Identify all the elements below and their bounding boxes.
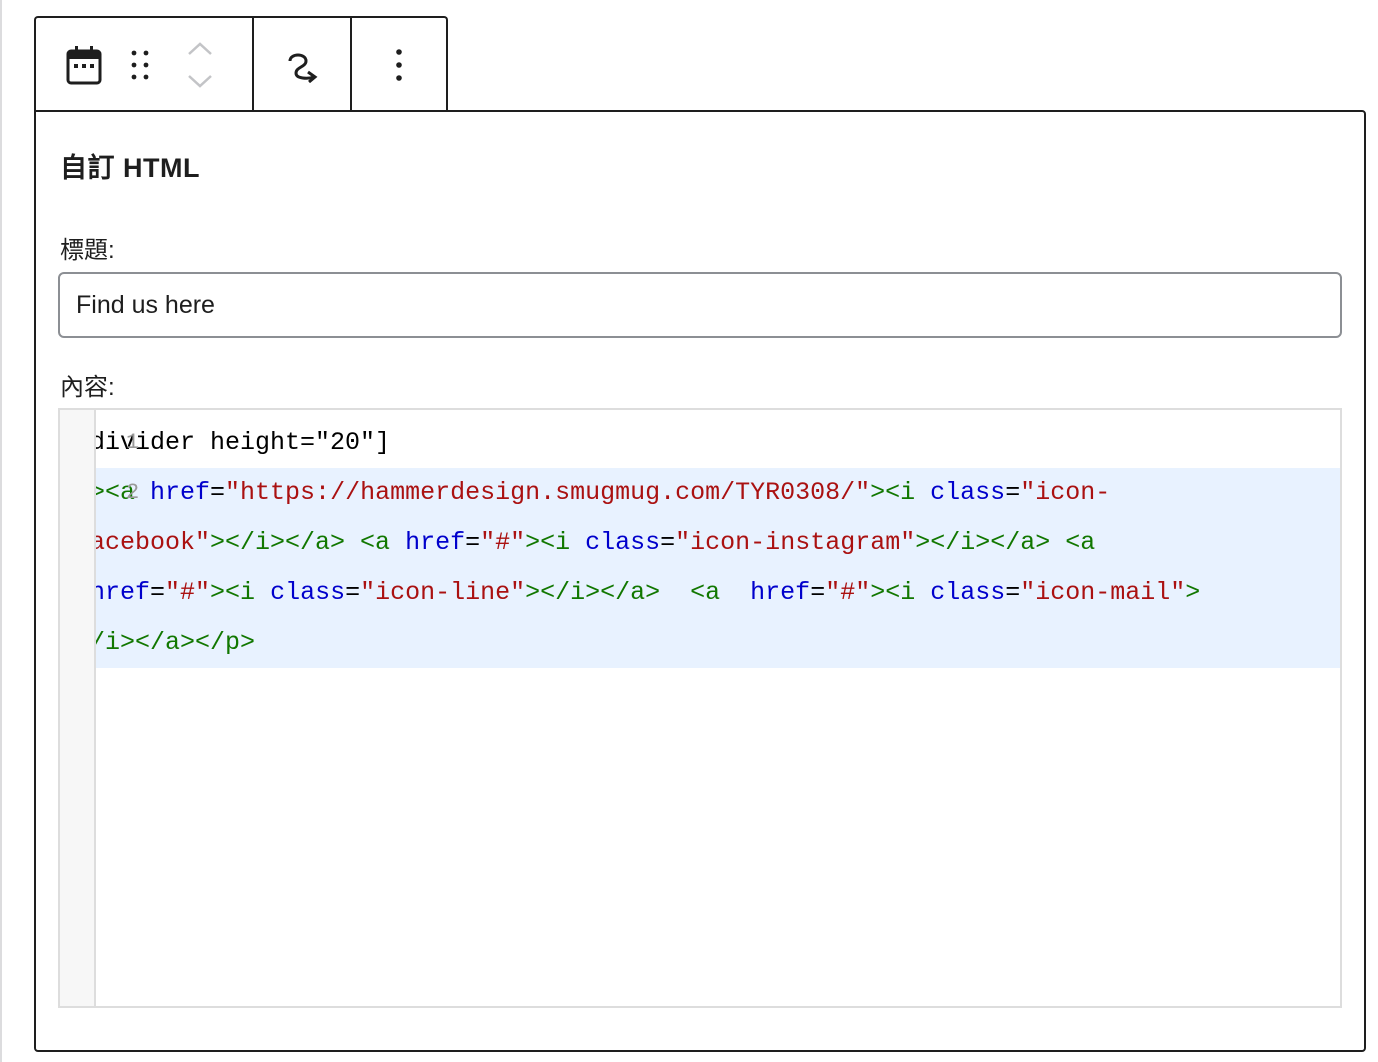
code-token: ></i></a> <a [915, 528, 1096, 557]
code-token: href [150, 478, 211, 507]
code-token: "icon- [1020, 478, 1111, 507]
code-token: href [96, 578, 151, 607]
code-token: "icon-line" [360, 578, 526, 607]
block-toolbar-group-main [36, 18, 252, 112]
code-token: ><i [210, 578, 271, 607]
code-visual-row: href="#"><i class="icon-line"></i></a> <… [96, 568, 1340, 618]
code-token: = [345, 578, 361, 607]
code-token: "#" [165, 578, 211, 607]
code-token: class [930, 578, 1006, 607]
code-token: class [270, 578, 346, 607]
code-token: = [1005, 578, 1021, 607]
code-token: > [1185, 578, 1201, 607]
code-token: "icon-instagram" [675, 528, 916, 557]
code-visual-row: ><a href="https://hammerdesign.smugmug.c… [96, 468, 1340, 518]
code-token: = [210, 478, 226, 507]
code-line-1: divider height="20"] [96, 428, 391, 457]
code-token: /i></a></p> [96, 628, 256, 657]
code-token: ></i></a> <a [525, 578, 751, 607]
code-token: "icon-mail" [1020, 578, 1186, 607]
code-token: = [1005, 478, 1021, 507]
block-toolbar [34, 16, 448, 112]
code-token: href [405, 528, 466, 557]
code-token: = [150, 578, 166, 607]
line-number: 1 [126, 430, 140, 455]
drag-handle-icon[interactable] [120, 41, 160, 89]
block-toolbar-group-transform [252, 18, 350, 112]
code-token: class [585, 528, 661, 557]
title-input[interactable] [58, 272, 1342, 338]
code-token: = [660, 528, 676, 557]
code-token: "#" [825, 578, 871, 607]
code-visual-row: /i></a></p> [96, 618, 1340, 668]
custom-html-widget-panel: 自訂 HTML 標題: 內容: 1 2 divider height="20"]… [34, 110, 1366, 1052]
code-token: ><i [870, 578, 931, 607]
code-token: ><i [870, 478, 931, 507]
title-field-label: 標題: [60, 237, 115, 264]
page-edge-rule [0, 0, 2, 1062]
code-token: class [930, 478, 1006, 507]
code-editor[interactable]: 1 2 divider height="20"] ><a href="https… [58, 408, 1342, 1008]
code-token: ></i></a> <a [210, 528, 406, 557]
more-vertical-icon[interactable] [379, 41, 419, 89]
panel-title: 自訂 HTML [60, 153, 200, 183]
line-number: 2 [126, 480, 140, 505]
code-token: "https://hammerdesign.smugmug.com/TYR030… [225, 478, 871, 507]
code-token: acebook" [96, 528, 211, 557]
chevron-up-icon[interactable] [180, 36, 220, 62]
code-lines[interactable]: divider height="20"] ><a href="https://h… [96, 410, 1340, 668]
code-token: ><a [96, 478, 151, 507]
chevron-down-icon[interactable] [180, 68, 220, 94]
transform-loop-icon[interactable] [278, 41, 326, 89]
block-mover [180, 33, 220, 97]
code-visual-row: acebook"></i></a> <a href="#"><i class="… [96, 518, 1340, 568]
code-token: "#" [480, 528, 526, 557]
code-gutter [60, 410, 96, 1006]
block-toolbar-group-more [350, 18, 446, 112]
code-line-2-active: ><a href="https://hammerdesign.smugmug.c… [96, 468, 1340, 668]
code-token: = [810, 578, 826, 607]
code-token: ><i [525, 528, 586, 557]
code-token: = [465, 528, 481, 557]
content-field-label: 內容: [60, 374, 115, 401]
calendar-icon[interactable] [60, 41, 108, 89]
code-token: href [750, 578, 811, 607]
